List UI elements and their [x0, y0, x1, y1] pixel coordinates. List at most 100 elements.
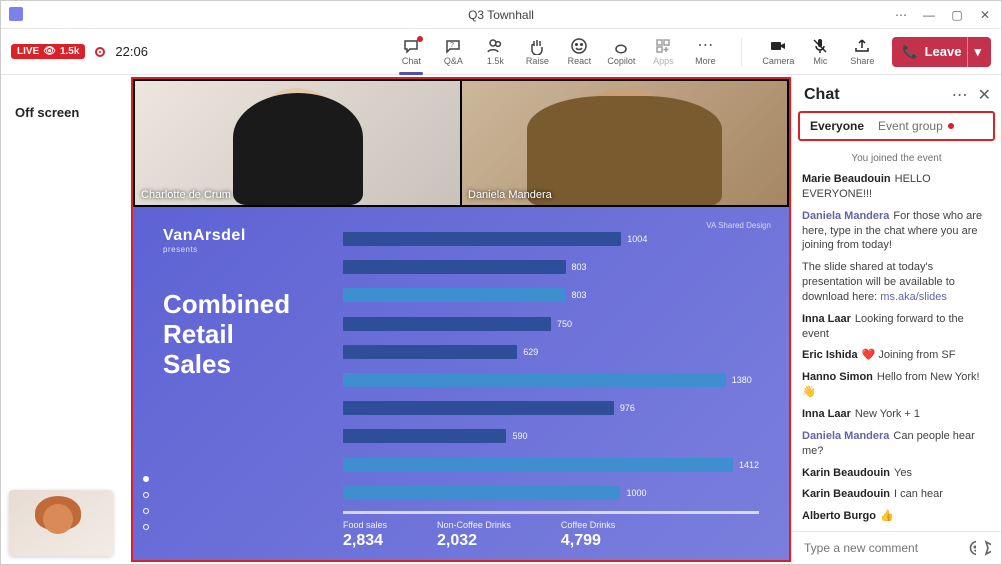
more-button[interactable]: ⋯ More: [685, 32, 725, 72]
raise-hand-button[interactable]: Raise: [517, 32, 557, 72]
chat-more-icon[interactable]: ⋯: [952, 85, 968, 105]
share-icon: [853, 37, 871, 55]
mic-button[interactable]: Mic: [800, 32, 840, 72]
chat-message: Daniela ManderaCan people hear me?: [802, 429, 991, 459]
apps-button-label: Apps: [653, 56, 674, 66]
live-label: LIVE: [17, 46, 39, 57]
chart-bar: 1380: [343, 372, 759, 388]
center-toolbar-group: Chat ? Q&A 1.5k Raise React Copilot Apps…: [391, 32, 725, 72]
chat-message: Daniela ManderaFor those who are here, t…: [802, 209, 991, 254]
footer-metric: Non-Coffee Drinks2,032: [437, 520, 511, 550]
chat-panel: Chat ⋯ ✕ Everyone Event group You joined…: [791, 75, 1001, 564]
viewer-count: 1.5k: [60, 46, 79, 57]
window-titlebar: Q3 Townhall ⋯ — ▢ ✕: [1, 1, 1001, 29]
leave-button[interactable]: 📞 Leave ▾: [892, 37, 991, 67]
apps-icon: [654, 37, 672, 55]
chat-tabs-highlighted: Everyone Event group: [798, 111, 995, 141]
presenter-name-2: Daniela Mandera: [468, 189, 552, 201]
chat-close-icon[interactable]: ✕: [978, 85, 991, 105]
react-button[interactable]: React: [559, 32, 599, 72]
live-badge: LIVE 👁 1.5k: [11, 44, 85, 59]
copilot-icon: [612, 37, 630, 55]
camera-button-label: Camera: [762, 56, 794, 66]
more-icon: ⋯: [696, 37, 714, 55]
presenter-name-1: Charlotte de Crum: [141, 189, 231, 201]
more-button-label: More: [695, 56, 716, 66]
presenter-video-2[interactable]: Daniela Mandera: [462, 81, 787, 205]
people-button-label: 1.5k: [487, 56, 504, 66]
slide-nav-dots[interactable]: [143, 476, 149, 530]
copilot-button[interactable]: Copilot: [601, 32, 641, 72]
send-icon[interactable]: [984, 540, 991, 556]
slide-chart: 1004 803 803 750 629 1380 976 590 1412: [343, 227, 759, 550]
camera-icon: [769, 37, 787, 55]
svg-text:?: ?: [450, 42, 454, 49]
window-more-icon[interactable]: ⋯: [889, 8, 913, 22]
raise-button-label: Raise: [526, 56, 549, 66]
tab-event-group[interactable]: Event group: [878, 119, 954, 133]
window-title: Q3 Townhall: [468, 8, 534, 22]
chat-message: Inna LaarLooking forward to the event: [802, 312, 991, 342]
chart-bar: 976: [343, 400, 759, 416]
chat-system-message: You joined the event: [802, 153, 991, 164]
slide-corner-tag: VA Shared Design: [706, 221, 771, 230]
qa-button[interactable]: ? Q&A: [433, 32, 473, 72]
slide-footer-metrics: Food sales2,834 Non-Coffee Drinks2,032 C…: [343, 511, 759, 550]
react-button-label: React: [568, 56, 592, 66]
av-toolbar-group: Camera Mic Share: [758, 32, 882, 72]
chat-message: Karin BeaudouinYes: [802, 466, 991, 481]
mic-button-label: Mic: [813, 56, 827, 66]
self-preview[interactable]: [9, 490, 113, 556]
chart-bar: 803: [343, 259, 759, 275]
event-group-unread-dot: [948, 123, 954, 129]
shared-slide: VanArsdel presents CombinedRetailSales 1…: [133, 207, 789, 560]
people-button[interactable]: 1.5k: [475, 32, 515, 72]
chat-message: Karin BeaudouinI can hear: [802, 487, 991, 502]
chart-bar: 750: [343, 316, 759, 332]
window-minimize-icon[interactable]: —: [917, 8, 941, 22]
chat-message: Alberto Burgo👍: [802, 509, 991, 524]
chat-button[interactable]: Chat: [391, 32, 431, 72]
chart-bar: 1004: [343, 231, 759, 247]
leave-caret-icon[interactable]: ▾: [967, 37, 987, 67]
chat-input[interactable]: [802, 540, 961, 556]
raise-hand-icon: [528, 37, 546, 55]
qa-icon: ?: [444, 37, 462, 55]
chat-message-list[interactable]: You joined the event Marie BeaudouinHELL…: [792, 147, 1001, 531]
meeting-stage: Charlotte de Crum Daniela Mandera VanArs…: [131, 77, 791, 562]
chat-compose: [792, 531, 1001, 564]
share-button-label: Share: [850, 56, 874, 66]
toolbar-divider: [741, 38, 742, 66]
react-icon: [570, 37, 588, 55]
chat-message: The slide shared at today's presentation…: [802, 260, 991, 305]
teams-app-icon: [9, 7, 23, 21]
recording-icon: [95, 47, 105, 57]
camera-button[interactable]: Camera: [758, 32, 798, 72]
chat-button-label: Chat: [402, 56, 421, 66]
tab-everyone[interactable]: Everyone: [810, 119, 864, 133]
apps-button[interactable]: Apps: [643, 32, 683, 72]
footer-metric: Food sales2,834: [343, 520, 387, 550]
qa-button-label: Q&A: [444, 56, 463, 66]
offscreen-rail: Off screen: [1, 75, 131, 564]
presenter-video-row: Charlotte de Crum Daniela Mandera: [133, 79, 789, 207]
mic-muted-icon: [811, 37, 829, 55]
emoji-icon[interactable]: [969, 540, 976, 556]
footer-metric: Coffee Drinks4,799: [561, 520, 615, 550]
copilot-button-label: Copilot: [607, 56, 635, 66]
chat-panel-title: Chat: [804, 86, 952, 104]
chart-bar: 803: [343, 287, 759, 303]
presenter-video-1[interactable]: Charlotte de Crum: [135, 81, 460, 205]
chart-bar: 629: [343, 344, 759, 360]
window-close-icon[interactable]: ✕: [973, 8, 997, 22]
leave-icon: 📞: [902, 44, 918, 60]
chat-message: Hanno SimonHello from New York! 👋: [802, 370, 991, 400]
viewer-icon: 👁: [43, 46, 56, 57]
leave-button-label: Leave: [925, 44, 962, 59]
slide-brand: VanArsdel presents: [163, 227, 343, 254]
slide-title: CombinedRetailSales: [163, 290, 343, 380]
meeting-toolbar: LIVE 👁 1.5k 22:06 Chat ? Q&A 1.5k Raise …: [1, 29, 1001, 75]
window-maximize-icon[interactable]: ▢: [945, 8, 969, 22]
chat-message: Eric Ishida❤️ Joining from SF: [802, 348, 991, 363]
share-button[interactable]: Share: [842, 32, 882, 72]
